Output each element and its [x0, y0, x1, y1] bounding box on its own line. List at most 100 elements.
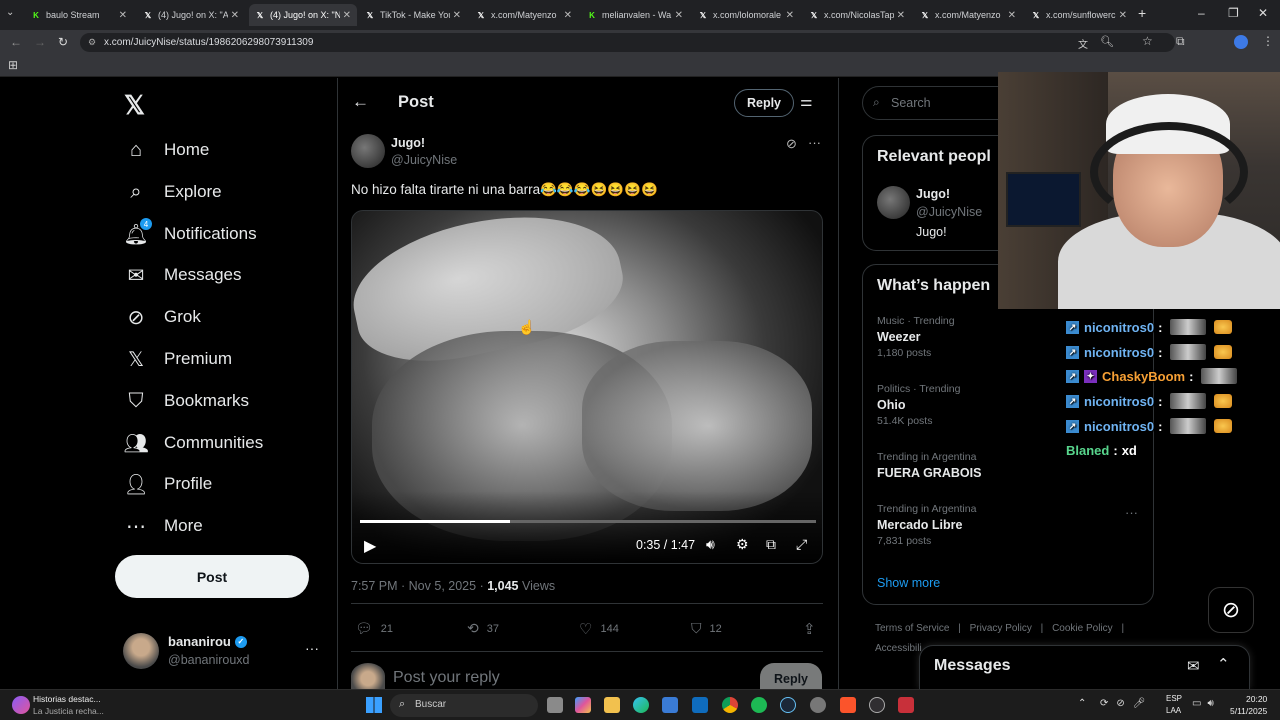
relevant-avatar[interactable]	[877, 186, 910, 219]
zoom-icon[interactable]: 🔍︎	[1100, 35, 1114, 48]
volume-icon[interactable]: 🔊︎	[706, 536, 715, 553]
trend-item[interactable]: Music · Trending Weezer 1,180 posts	[877, 315, 955, 359]
sidebar-item-messages[interactable]: ✉ Messages	[124, 257, 242, 293]
browser-tab[interactable]: 𝕏 TikTok - Make You ✕	[359, 4, 467, 26]
grok-explain-icon[interactable]: ⊘	[786, 136, 797, 152]
store-icon[interactable]	[662, 697, 678, 713]
chat-username[interactable]: niconitros0	[1084, 419, 1154, 434]
clock-date[interactable]: 5/11/2025	[1230, 706, 1267, 716]
fullscreen-icon[interactable]: ⤢	[796, 536, 807, 553]
reply-action[interactable]: 💬︎ 21	[355, 620, 393, 637]
post-timestamp[interactable]: 7:57 PM · Nov 5, 2025	[351, 579, 476, 593]
tab-close-icon[interactable]: ✕	[675, 10, 683, 21]
restore-icon[interactable]: ❐	[1228, 6, 1239, 20]
header-reply-button[interactable]: Reply	[734, 89, 794, 117]
like-action[interactable]: ♡ 144	[579, 620, 619, 638]
footer-privacy[interactable]: Privacy Policy	[970, 623, 1032, 634]
tab-close-icon[interactable]: ✕	[1119, 10, 1127, 21]
chat-username[interactable]: niconitros0	[1084, 320, 1154, 335]
obs-icon[interactable]	[869, 697, 885, 713]
expand-drawer-icon[interactable]: ⌃	[1217, 655, 1230, 673]
clock-time[interactable]: 20:20	[1246, 694, 1267, 704]
tab-close-icon[interactable]: ✕	[231, 10, 239, 21]
trend-item[interactable]: Trending in Argentina Mercado Libre 7,831 …	[877, 503, 976, 547]
news-subtitle[interactable]: La Justicia recha...	[33, 706, 104, 716]
new-message-icon[interactable]: ✉	[1187, 657, 1200, 675]
reply-submit-button[interactable]: Reply	[760, 663, 822, 689]
sidebar-item-bookmarks[interactable]: ⛉ Bookmarks	[124, 383, 250, 419]
spotify-icon[interactable]	[751, 697, 767, 713]
grok-fab-icon[interactable]: ⊘	[1208, 587, 1254, 633]
settings-app-icon[interactable]	[810, 697, 826, 713]
browser-tab[interactable]: 𝕏 (4) Jugo! on X: "A ✕	[137, 4, 245, 26]
news-widget-icon[interactable]	[12, 696, 30, 714]
tab-search-button[interactable]: ⌄	[6, 7, 14, 18]
tab-close-icon[interactable]: ✕	[343, 10, 351, 21]
browser-tab[interactable]: Kbaulo Stream ✕	[25, 4, 133, 26]
sidebar-item-communities[interactable]: 👥︎ Communities	[123, 425, 263, 461]
play-icon[interactable]: ▶	[364, 536, 376, 556]
chat-username[interactable]: ChaskyBoom	[1102, 369, 1185, 384]
share-icon[interactable]: ⇪	[803, 620, 816, 638]
reload-icon[interactable]: ↻	[58, 35, 68, 49]
sidebar-item-grok[interactable]: ⊘ Grok	[124, 299, 201, 335]
sidebar-item-profile[interactable]: 👤︎ Profile	[123, 466, 212, 502]
relevant-name[interactable]: Jugo!	[916, 187, 950, 201]
edge-icon[interactable]	[633, 697, 649, 713]
tab-close-icon[interactable]: ✕	[897, 10, 905, 21]
start-windows-icon[interactable]	[366, 697, 382, 713]
browser-tab[interactable]: 𝕏x.com/lolomorale ✕	[692, 4, 800, 26]
language-indicator[interactable]: ESP	[1166, 694, 1182, 703]
post-video[interactable]: ☝ ▶ 0:35 / 1:47 🔊︎ ⚙ ⧉ ⤢	[351, 210, 823, 564]
extensions-icon[interactable]: ⧉	[1176, 34, 1185, 49]
sidebar-item-home[interactable]: ⌂ Home	[124, 132, 209, 168]
tray-chevron-icon[interactable]: ⌃	[1078, 698, 1086, 709]
browser-tab[interactable]: Kmelianvalen - Wa ✕	[581, 4, 689, 26]
chat-username[interactable]: niconitros0	[1084, 394, 1154, 409]
messages-drawer[interactable]: Messages ✉ ⌃	[919, 645, 1250, 689]
post-author-name[interactable]: Jugo!	[391, 136, 425, 150]
bookmark-star-icon[interactable]: ☆	[1142, 34, 1153, 48]
translate-icon[interactable]: 文	[1078, 36, 1088, 51]
footer-terms[interactable]: Terms of Service	[875, 623, 949, 634]
tab-close-icon[interactable]: ✕	[564, 10, 572, 21]
browser-tab[interactable]: 𝕏x.com/Matyenzo ✕	[470, 4, 578, 26]
profile-avatar-icon[interactable]	[1234, 35, 1248, 49]
minimize-icon[interactable]: –	[1198, 6, 1205, 20]
file-explorer-icon[interactable]	[604, 697, 620, 713]
trend-item[interactable]: Politics · Trending Ohio 51.4K posts	[877, 383, 960, 427]
settings-gear-icon[interactable]: ⚙	[736, 536, 749, 553]
chrome-menu-icon[interactable]: ⋮	[1262, 34, 1274, 48]
trend-item[interactable]: Trending in Argentina FUERA GRABOIS	[877, 451, 981, 480]
back-icon[interactable]: ←	[10, 35, 22, 49]
post-author-avatar[interactable]	[351, 134, 385, 168]
video-progress-track[interactable]	[360, 520, 816, 523]
pip-icon[interactable]: ⧉	[766, 536, 776, 553]
task-view-icon[interactable]	[547, 697, 563, 713]
footer-accessibility[interactable]: Accessibili	[875, 643, 922, 654]
copilot-icon[interactable]	[575, 697, 591, 713]
post-button[interactable]: Post	[115, 555, 309, 598]
tab-close-icon[interactable]: ✕	[786, 10, 794, 21]
tray-icons[interactable]: ⟳⊘🎤︎	[1100, 698, 1153, 709]
chat-username[interactable]: niconitros0	[1084, 345, 1154, 360]
sidebar-item-premium[interactable]: 𝕏 Premium	[124, 341, 232, 377]
back-arrow-icon[interactable]: ←	[352, 92, 369, 112]
outlook-icon[interactable]	[692, 697, 708, 713]
site-info-icon[interactable]: ⚙	[88, 33, 96, 52]
news-title[interactable]: Historias destac...	[33, 694, 101, 704]
account-switcher[interactable]: bananirou ✓ @bananirouxd ···	[120, 630, 325, 674]
tray-status-icons[interactable]: ▭🔊︎	[1192, 698, 1220, 709]
chat-username[interactable]: Blaned	[1066, 443, 1109, 458]
show-more-link[interactable]: Show more	[877, 576, 940, 590]
new-tab-icon[interactable]: +	[1138, 5, 1146, 21]
x-logo-icon[interactable]: 𝕏	[124, 90, 145, 121]
apps-grid-icon[interactable]: ⊞	[8, 58, 18, 72]
chrome-icon[interactable]	[722, 697, 738, 713]
forward-icon[interactable]: →	[34, 35, 46, 49]
tab-close-icon[interactable]: ✕	[119, 10, 127, 21]
footer-cookie[interactable]: Cookie Policy	[1052, 623, 1113, 634]
relevant-handle[interactable]: @JuicyNise	[916, 205, 982, 219]
close-window-icon[interactable]: ✕	[1258, 6, 1268, 20]
repost-action[interactable]: ⟲ 37	[467, 620, 499, 637]
